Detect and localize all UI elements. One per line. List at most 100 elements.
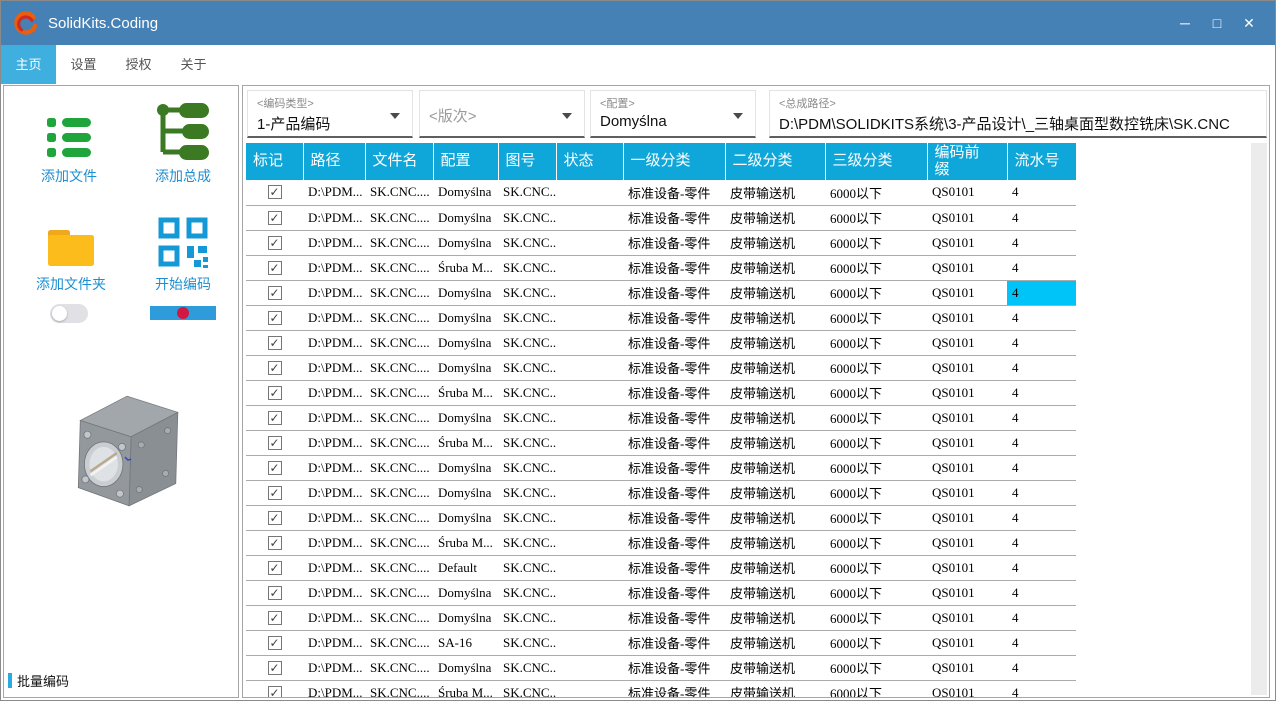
cell[interactable]: 皮带输送机 — [725, 205, 825, 230]
add-file-button[interactable]: 添加文件 — [18, 102, 120, 186]
cell[interactable]: 标准设备-零件 — [623, 405, 725, 430]
cell[interactable] — [556, 505, 623, 530]
cell[interactable]: QS0101 — [927, 280, 1007, 305]
cell[interactable]: SK.CNC... — [498, 255, 556, 280]
cell[interactable]: 6000以下 — [825, 480, 927, 505]
cell[interactable]: 4 — [1007, 355, 1076, 380]
column-header[interactable]: 三级分类 — [825, 143, 927, 180]
table-row[interactable]: ✓D:\PDM...SK.CNC....DomyślnaSK.CNC...标准设… — [246, 230, 1076, 255]
cell[interactable]: Domyślna — [433, 330, 498, 355]
cell[interactable]: 6000以下 — [825, 230, 927, 255]
cell[interactable]: Domyślna — [433, 655, 498, 680]
cell[interactable]: 6000以下 — [825, 580, 927, 605]
cell[interactable]: QS0101 — [927, 480, 1007, 505]
cell[interactable]: SK.CNC.... — [365, 305, 433, 330]
cell[interactable]: SK.CNC... — [498, 530, 556, 555]
cell[interactable]: SK.CNC... — [498, 555, 556, 580]
cell[interactable]: Domyślna — [433, 405, 498, 430]
cell[interactable]: 皮带输送机 — [725, 380, 825, 405]
cell[interactable]: SK.CNC... — [498, 505, 556, 530]
cell[interactable]: D:\PDM... — [303, 230, 365, 255]
cell[interactable]: 皮带输送机 — [725, 505, 825, 530]
cell[interactable]: 皮带输送机 — [725, 180, 825, 205]
cell[interactable]: 6000以下 — [825, 280, 927, 305]
column-header[interactable]: 一级分类 — [623, 143, 725, 180]
cell[interactable]: 4 — [1007, 480, 1076, 505]
cell[interactable]: Śruba M... — [433, 530, 498, 555]
cell[interactable]: D:\PDM... — [303, 430, 365, 455]
cell[interactable]: 6000以下 — [825, 305, 927, 330]
table-row[interactable]: ✓D:\PDM...SK.CNC....Śruba M...SK.CNC...标… — [246, 530, 1076, 555]
cell[interactable]: SK.CNC.... — [365, 230, 433, 255]
cell[interactable]: SK.CNC... — [498, 205, 556, 230]
cell[interactable]: D:\PDM... — [303, 255, 365, 280]
cell[interactable]: QS0101 — [927, 605, 1007, 630]
config-combobox[interactable]: <配置> Domyślna — [590, 90, 756, 138]
cell[interactable]: D:\PDM... — [303, 630, 365, 655]
add-assembly-button[interactable]: 添加总成 — [130, 102, 236, 186]
cell[interactable]: 6000以下 — [825, 630, 927, 655]
row-checkbox[interactable]: ✓ — [268, 311, 282, 325]
cell[interactable]: 标准设备-零件 — [623, 330, 725, 355]
cell[interactable] — [556, 630, 623, 655]
cell[interactable]: D:\PDM... — [303, 280, 365, 305]
cell[interactable]: QS0101 — [927, 455, 1007, 480]
cell[interactable]: 4 — [1007, 305, 1076, 330]
cell[interactable] — [556, 305, 623, 330]
cell[interactable]: SK.CNC... — [498, 605, 556, 630]
cell[interactable] — [556, 405, 623, 430]
cell[interactable]: SK.CNC.... — [365, 505, 433, 530]
cell[interactable]: QS0101 — [927, 180, 1007, 205]
table-row[interactable]: ✓D:\PDM...SK.CNC....DomyślnaSK.CNC...标准设… — [246, 330, 1076, 355]
column-header[interactable]: 二级分类 — [725, 143, 825, 180]
row-checkbox[interactable]: ✓ — [268, 536, 282, 550]
cell[interactable]: D:\PDM... — [303, 355, 365, 380]
assembly-path-field[interactable]: <总成路径> D:\PDM\SOLIDKITS系统\3-产品设计\_三轴桌面型数… — [769, 90, 1267, 138]
cell[interactable] — [556, 530, 623, 555]
column-header[interactable]: 配置 — [433, 143, 498, 180]
cell[interactable]: 标准设备-零件 — [623, 480, 725, 505]
cell[interactable]: 标准设备-零件 — [623, 455, 725, 480]
table-row[interactable]: ✓D:\PDM...SK.CNC....Śruba M...SK.CNC...标… — [246, 255, 1076, 280]
cell[interactable]: 皮带输送机 — [725, 230, 825, 255]
cell[interactable]: SK.CNC... — [498, 630, 556, 655]
cell[interactable]: QS0101 — [927, 680, 1007, 698]
table-row[interactable]: ✓D:\PDM...SK.CNC....DomyślnaSK.CNC...标准设… — [246, 405, 1076, 430]
cell[interactable]: D:\PDM... — [303, 455, 365, 480]
cell[interactable]: 标准设备-零件 — [623, 655, 725, 680]
cell[interactable]: 标准设备-零件 — [623, 355, 725, 380]
cell[interactable] — [556, 655, 623, 680]
cell[interactable]: 标准设备-零件 — [623, 555, 725, 580]
cell[interactable]: SK.CNC.... — [365, 630, 433, 655]
table-row[interactable]: ✓D:\PDM...SK.CNC....DefaultSK.CNC...标准设备… — [246, 555, 1076, 580]
cell[interactable]: 6000以下 — [825, 380, 927, 405]
table-row[interactable]: ✓D:\PDM...SK.CNC....Śruba M...SK.CNC...标… — [246, 430, 1076, 455]
cell[interactable]: 标准设备-零件 — [623, 605, 725, 630]
row-checkbox[interactable]: ✓ — [268, 686, 282, 699]
row-checkbox[interactable]: ✓ — [268, 661, 282, 675]
table-row[interactable]: ✓D:\PDM...SK.CNC....DomyślnaSK.CNC...标准设… — [246, 605, 1076, 630]
row-checkbox[interactable]: ✓ — [268, 411, 282, 425]
row-checkbox[interactable]: ✓ — [268, 461, 282, 475]
add-folder-button[interactable]: 添加文件夹 — [18, 210, 124, 294]
cell[interactable]: Domyślna — [433, 455, 498, 480]
cell[interactable]: SK.CNC.... — [365, 530, 433, 555]
cell[interactable]: D:\PDM... — [303, 380, 365, 405]
cell[interactable]: SK.CNC... — [498, 230, 556, 255]
row-checkbox[interactable]: ✓ — [268, 361, 282, 375]
cell[interactable]: QS0101 — [927, 230, 1007, 255]
cell[interactable]: 皮带输送机 — [725, 330, 825, 355]
cell[interactable]: 6000以下 — [825, 505, 927, 530]
cell[interactable]: 皮带输送机 — [725, 405, 825, 430]
table-row[interactable]: ✓D:\PDM...SK.CNC....DomyślnaSK.CNC...标准设… — [246, 280, 1076, 305]
cell[interactable]: SK.CNC.... — [365, 205, 433, 230]
cell[interactable]: QS0101 — [927, 505, 1007, 530]
column-header[interactable]: 流水号 — [1007, 143, 1076, 180]
cell[interactable]: 6000以下 — [825, 355, 927, 380]
cell[interactable]: SK.CNC.... — [365, 255, 433, 280]
cell[interactable]: D:\PDM... — [303, 180, 365, 205]
cell[interactable] — [556, 380, 623, 405]
cell[interactable]: D:\PDM... — [303, 580, 365, 605]
cell[interactable]: 4 — [1007, 255, 1076, 280]
cell[interactable]: SK.CNC... — [498, 280, 556, 305]
